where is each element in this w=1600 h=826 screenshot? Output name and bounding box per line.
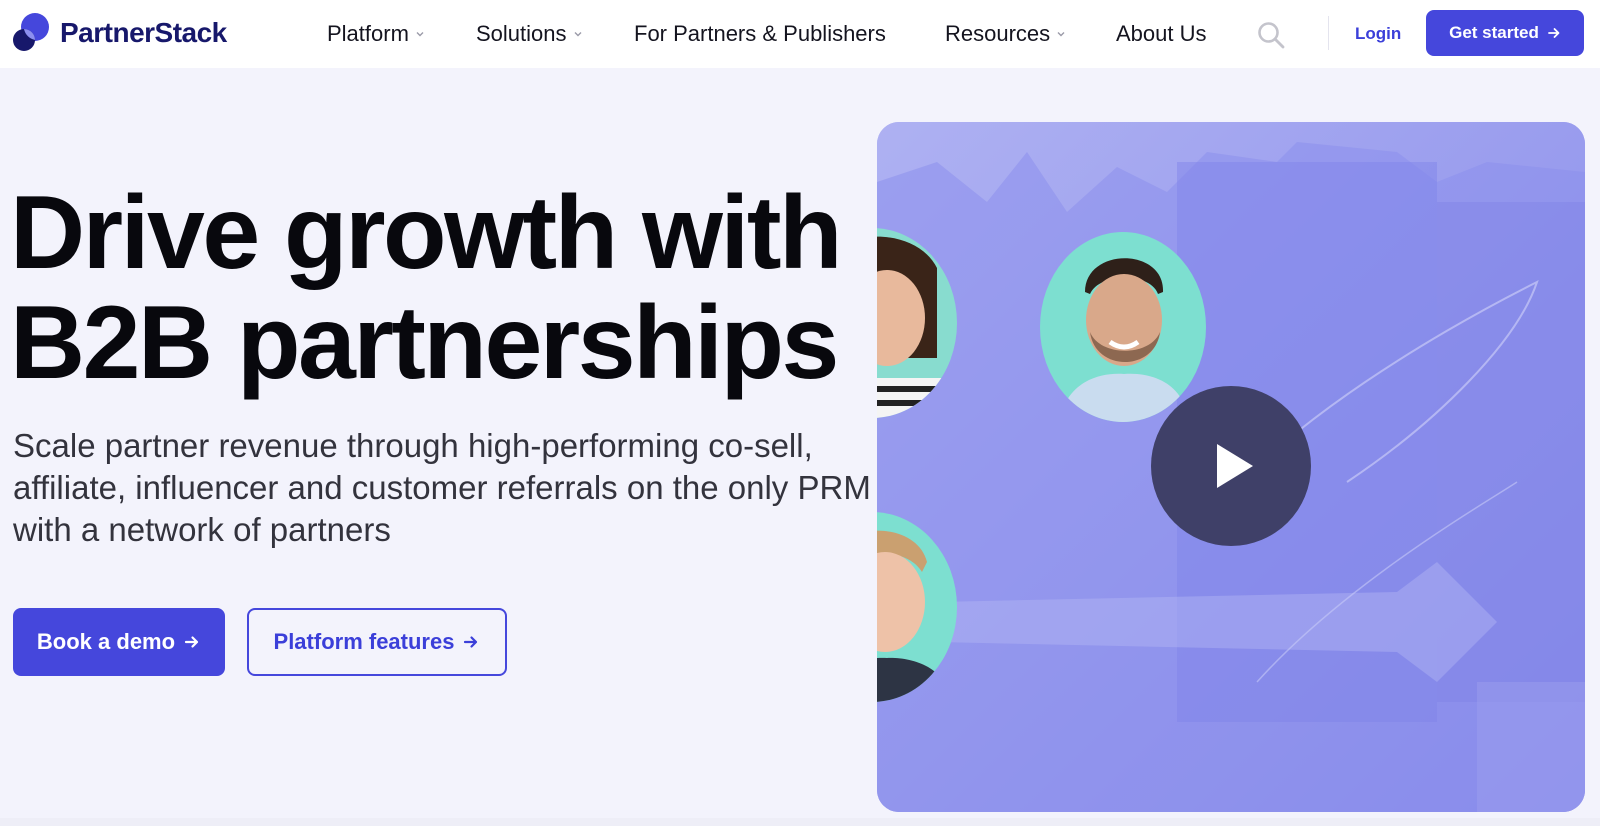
nav-item-platform[interactable]: Platform: [327, 0, 425, 68]
hero-video-card[interactable]: [877, 122, 1585, 812]
nav-item-label: About Us: [1116, 21, 1207, 46]
book-demo-button[interactable]: Book a demo: [13, 608, 225, 676]
chevron-down-icon: [574, 32, 582, 37]
chevron-down-icon: [416, 32, 424, 37]
hero-headline-line-2: B2B partnerships: [10, 285, 839, 401]
book-demo-label: Book a demo: [36, 629, 176, 654]
nav-item-solutions[interactable]: Solutions: [476, 0, 583, 68]
nav-item-resources[interactable]: Resources: [945, 0, 1066, 68]
platform-features-button[interactable]: Platform features: [247, 608, 507, 676]
arrow-right-icon: [1547, 28, 1560, 38]
play-icon: [1217, 444, 1253, 488]
login-link[interactable]: Login: [1355, 20, 1401, 48]
nav-divider: [1328, 16, 1329, 50]
nav-item-label: For Partners & Publishers: [634, 21, 886, 46]
hero-headline: Drive growth with B2B partnerships: [10, 178, 870, 398]
search-icon[interactable]: [1256, 20, 1286, 50]
partner-avatar-man: [1040, 232, 1206, 422]
play-video-button[interactable]: [1151, 386, 1311, 546]
nav-item-for-partners-publishers[interactable]: For Partners & Publishers: [634, 0, 886, 68]
platform-features-label: Platform features: [273, 629, 455, 654]
get-started-button[interactable]: Get started: [1426, 10, 1584, 56]
logo-mark-icon: [12, 12, 50, 54]
nav-item-label: Resources: [945, 21, 1051, 46]
page-bottom-edge: [0, 818, 1600, 826]
get-started-label: Get started: [1449, 23, 1539, 42]
arrow-right-icon: [184, 636, 199, 648]
nav-item-about-us[interactable]: About Us: [1116, 0, 1207, 68]
top-navigation: PartnerStack Platform Solutions For Part…: [0, 0, 1600, 68]
nav-item-label: Platform: [327, 21, 409, 46]
partnerstack-logo[interactable]: PartnerStack: [12, 11, 227, 55]
hero-subtext: Scale partner revenue through high-perfo…: [13, 427, 871, 548]
nav-item-label: Solutions: [476, 21, 567, 46]
logo-text: PartnerStack: [60, 17, 227, 48]
chevron-down-icon: [1057, 32, 1065, 37]
arrow-right-icon: [464, 636, 478, 648]
hero-headline-line-1: Drive growth with: [10, 175, 842, 291]
